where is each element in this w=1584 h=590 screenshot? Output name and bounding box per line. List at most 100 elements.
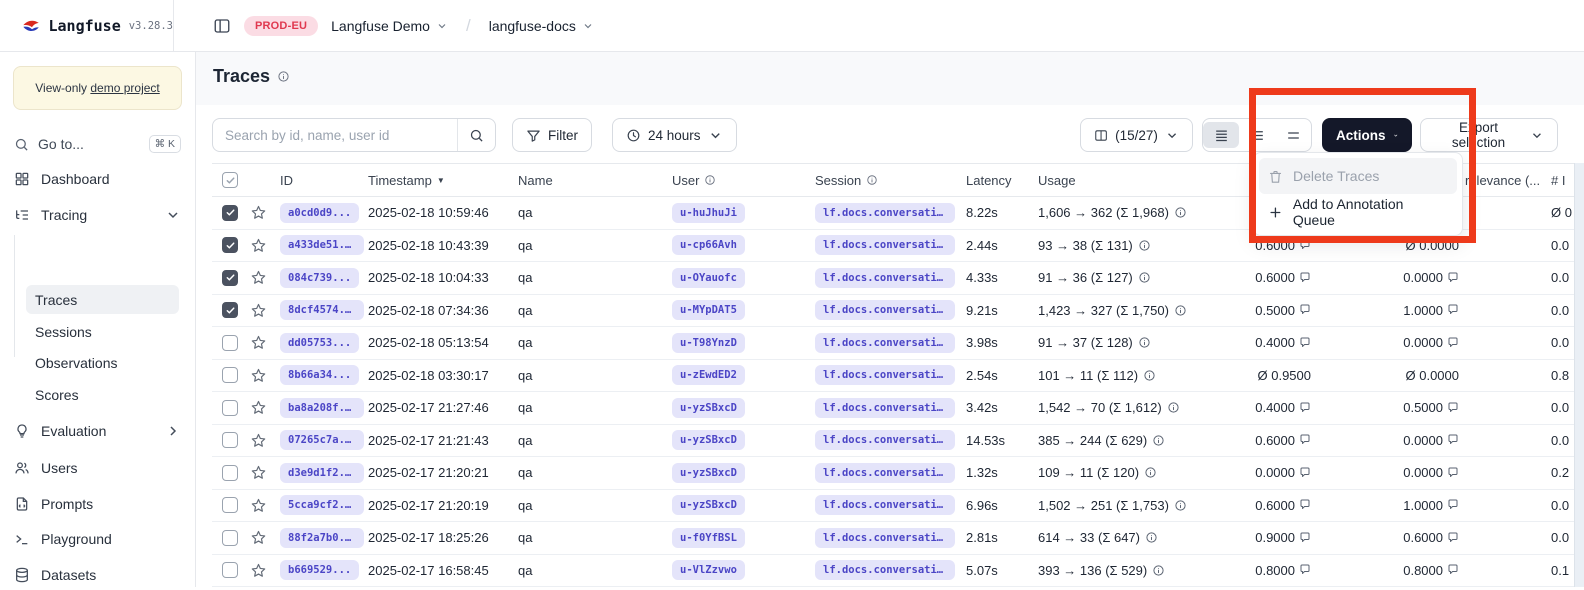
org-selector[interactable]: Langfuse Demo — [331, 18, 448, 34]
sidebar-toggle-icon[interactable] — [213, 17, 231, 35]
star-icon[interactable] — [250, 529, 267, 546]
session-badge[interactable]: lf.docs.conversation.... — [815, 365, 955, 385]
row-checkbox[interactable] — [222, 367, 238, 383]
session-badge[interactable]: lf.docs.conversation.... — [815, 203, 955, 223]
user-badge[interactable]: u-yzSBxcD — [672, 495, 745, 515]
search-input[interactable] — [213, 119, 457, 151]
user-badge[interactable]: u-zEwdED2 — [672, 365, 745, 385]
trace-id-badge[interactable]: 07265c7a... — [280, 430, 364, 450]
search-button[interactable] — [457, 119, 495, 151]
user-badge[interactable]: u-VlZzvwo — [672, 560, 745, 580]
sidebar-item-prompts[interactable]: Prompts — [8, 489, 187, 519]
trace-id-badge[interactable]: 084c739... — [280, 268, 359, 288]
plus-icon — [1268, 205, 1283, 220]
sidebar-item-sessions[interactable]: Sessions — [26, 317, 179, 346]
session-badge[interactable]: lf.docs.conversation.... — [815, 268, 955, 288]
sidebar-item-datasets[interactable]: Datasets — [8, 560, 187, 590]
trace-id-badge[interactable]: 88f2a7b0... — [280, 528, 364, 548]
session-badge[interactable]: lf.docs.conversation.... — [815, 398, 955, 418]
user-badge[interactable]: u-T98YnzD — [672, 333, 745, 353]
row-checkbox[interactable] — [222, 270, 238, 286]
star-icon[interactable] — [250, 367, 267, 384]
session-badge[interactable]: lf.docs.conversation.... — [815, 463, 955, 483]
star-icon[interactable] — [250, 334, 267, 351]
row-checkbox[interactable] — [222, 302, 238, 318]
session-badge[interactable]: lf.docs.conversation.... — [815, 560, 955, 580]
row-checkbox[interactable] — [222, 465, 238, 481]
session-badge[interactable]: lf.docs.conversation.... — [815, 333, 955, 353]
trace-id-badge[interactable]: ba8a208f... — [280, 398, 364, 418]
sidebar-item-evaluation[interactable]: Evaluation — [8, 416, 187, 446]
row-checkbox[interactable] — [222, 530, 238, 546]
sidebar-item-playground[interactable]: Playground — [8, 524, 187, 554]
row-height-medium-button[interactable] — [1239, 119, 1275, 151]
sidebar-item-dashboard[interactable]: Dashboard — [8, 164, 187, 194]
latency-cell: 3.98s — [962, 335, 1034, 350]
star-icon[interactable] — [250, 562, 267, 579]
menu-item-add-to-annotation-queue[interactable]: Add to Annotation Queue — [1259, 194, 1457, 230]
row-checkbox[interactable] — [222, 237, 238, 253]
row-height-small-button[interactable] — [1203, 122, 1239, 148]
demo-project-link[interactable]: demo project — [90, 81, 159, 95]
star-icon[interactable] — [250, 399, 267, 416]
vertical-scrollbar[interactable] — [1574, 163, 1584, 587]
time-range-button[interactable]: 24 hours — [612, 118, 737, 152]
row-checkbox[interactable] — [222, 497, 238, 513]
star-icon[interactable] — [250, 237, 267, 254]
project-selector[interactable]: langfuse-docs — [489, 18, 594, 34]
star-icon[interactable] — [250, 464, 267, 481]
select-all-checkbox[interactable] — [222, 172, 238, 188]
sidebar-item-traces[interactable]: Traces — [26, 285, 179, 314]
timestamp-cell: 2025-02-17 16:58:45 — [364, 563, 514, 578]
row-height-large-button[interactable] — [1275, 119, 1311, 151]
session-badge[interactable]: lf.docs.conversation.... — [815, 300, 955, 320]
score-cell: 1.0000 — [1313, 303, 1461, 318]
user-badge[interactable]: u-yzSBxcD — [672, 398, 745, 418]
trace-id-badge[interactable]: a0cd0d9... — [280, 203, 359, 223]
row-checkbox[interactable] — [222, 205, 238, 221]
session-badge[interactable]: lf.docs.conversation.... — [815, 495, 955, 515]
star-icon[interactable] — [250, 302, 267, 319]
star-icon[interactable] — [250, 432, 267, 449]
sidebar-item-users[interactable]: Users — [8, 453, 187, 483]
row-checkbox[interactable] — [222, 400, 238, 416]
user-badge[interactable]: u-cp66Avh — [672, 235, 745, 255]
column-visibility-button[interactable]: (15/27) — [1080, 118, 1193, 152]
trace-id-badge[interactable]: b669529... — [280, 560, 359, 580]
session-badge[interactable]: lf.docs.conversation.... — [815, 528, 955, 548]
latency-cell: 3.42s — [962, 400, 1034, 415]
timestamp-cell: 2025-02-18 05:13:54 — [364, 335, 514, 350]
export-selection-button[interactable]: Export selection — [1420, 118, 1558, 152]
menu-item-delete-traces[interactable]: Delete Traces — [1259, 158, 1457, 194]
sidebar-item-tracing[interactable]: Tracing — [8, 200, 187, 230]
user-badge[interactable]: u-MYpDAT5 — [672, 300, 745, 320]
star-icon[interactable] — [250, 497, 267, 514]
filter-button[interactable]: Filter — [512, 118, 592, 152]
row-checkbox[interactable] — [222, 432, 238, 448]
score-cell-clipped: 0.0 — [1549, 303, 1574, 318]
table-row: ba8a208f...2025-02-17 21:27:46qau-yzSBxc… — [212, 392, 1574, 425]
goto-search[interactable]: Go to... ⌘ K — [8, 128, 187, 160]
user-badge[interactable]: u-huJhuJi — [672, 203, 745, 223]
trace-id-badge[interactable]: a433de51... — [280, 235, 364, 255]
sidebar-item-observations[interactable]: Observations — [26, 348, 179, 377]
user-badge[interactable]: u-OYauofc — [672, 268, 745, 288]
user-badge[interactable]: u-yzSBxcD — [672, 430, 745, 450]
star-icon[interactable] — [250, 204, 267, 221]
header-timestamp[interactable]: Timestamp▼ — [364, 173, 514, 188]
trace-id-badge[interactable]: 8dcf4574... — [280, 300, 364, 320]
actions-button[interactable]: Actions — [1322, 118, 1412, 152]
trace-id-badge[interactable]: 8b66a34... — [280, 365, 359, 385]
sidebar-item-scores[interactable]: Scores — [26, 380, 179, 409]
user-badge[interactable]: u-yzSBxcD — [672, 463, 745, 483]
trace-id-badge[interactable]: dd05753... — [280, 333, 359, 353]
session-badge[interactable]: lf.docs.conversation.... — [815, 235, 955, 255]
row-checkbox[interactable] — [222, 562, 238, 578]
trace-id-badge[interactable]: 5cca9cf2... — [280, 495, 364, 515]
session-badge[interactable]: lf.docs.conversation.... — [815, 430, 955, 450]
usage-cell: 1,606 → 362 (Σ 1,968) — [1034, 205, 1247, 220]
trace-id-badge[interactable]: d3e9d1f2... — [280, 463, 364, 483]
star-icon[interactable] — [250, 269, 267, 286]
row-checkbox[interactable] — [222, 335, 238, 351]
user-badge[interactable]: u-f0YfBSL — [672, 528, 745, 548]
